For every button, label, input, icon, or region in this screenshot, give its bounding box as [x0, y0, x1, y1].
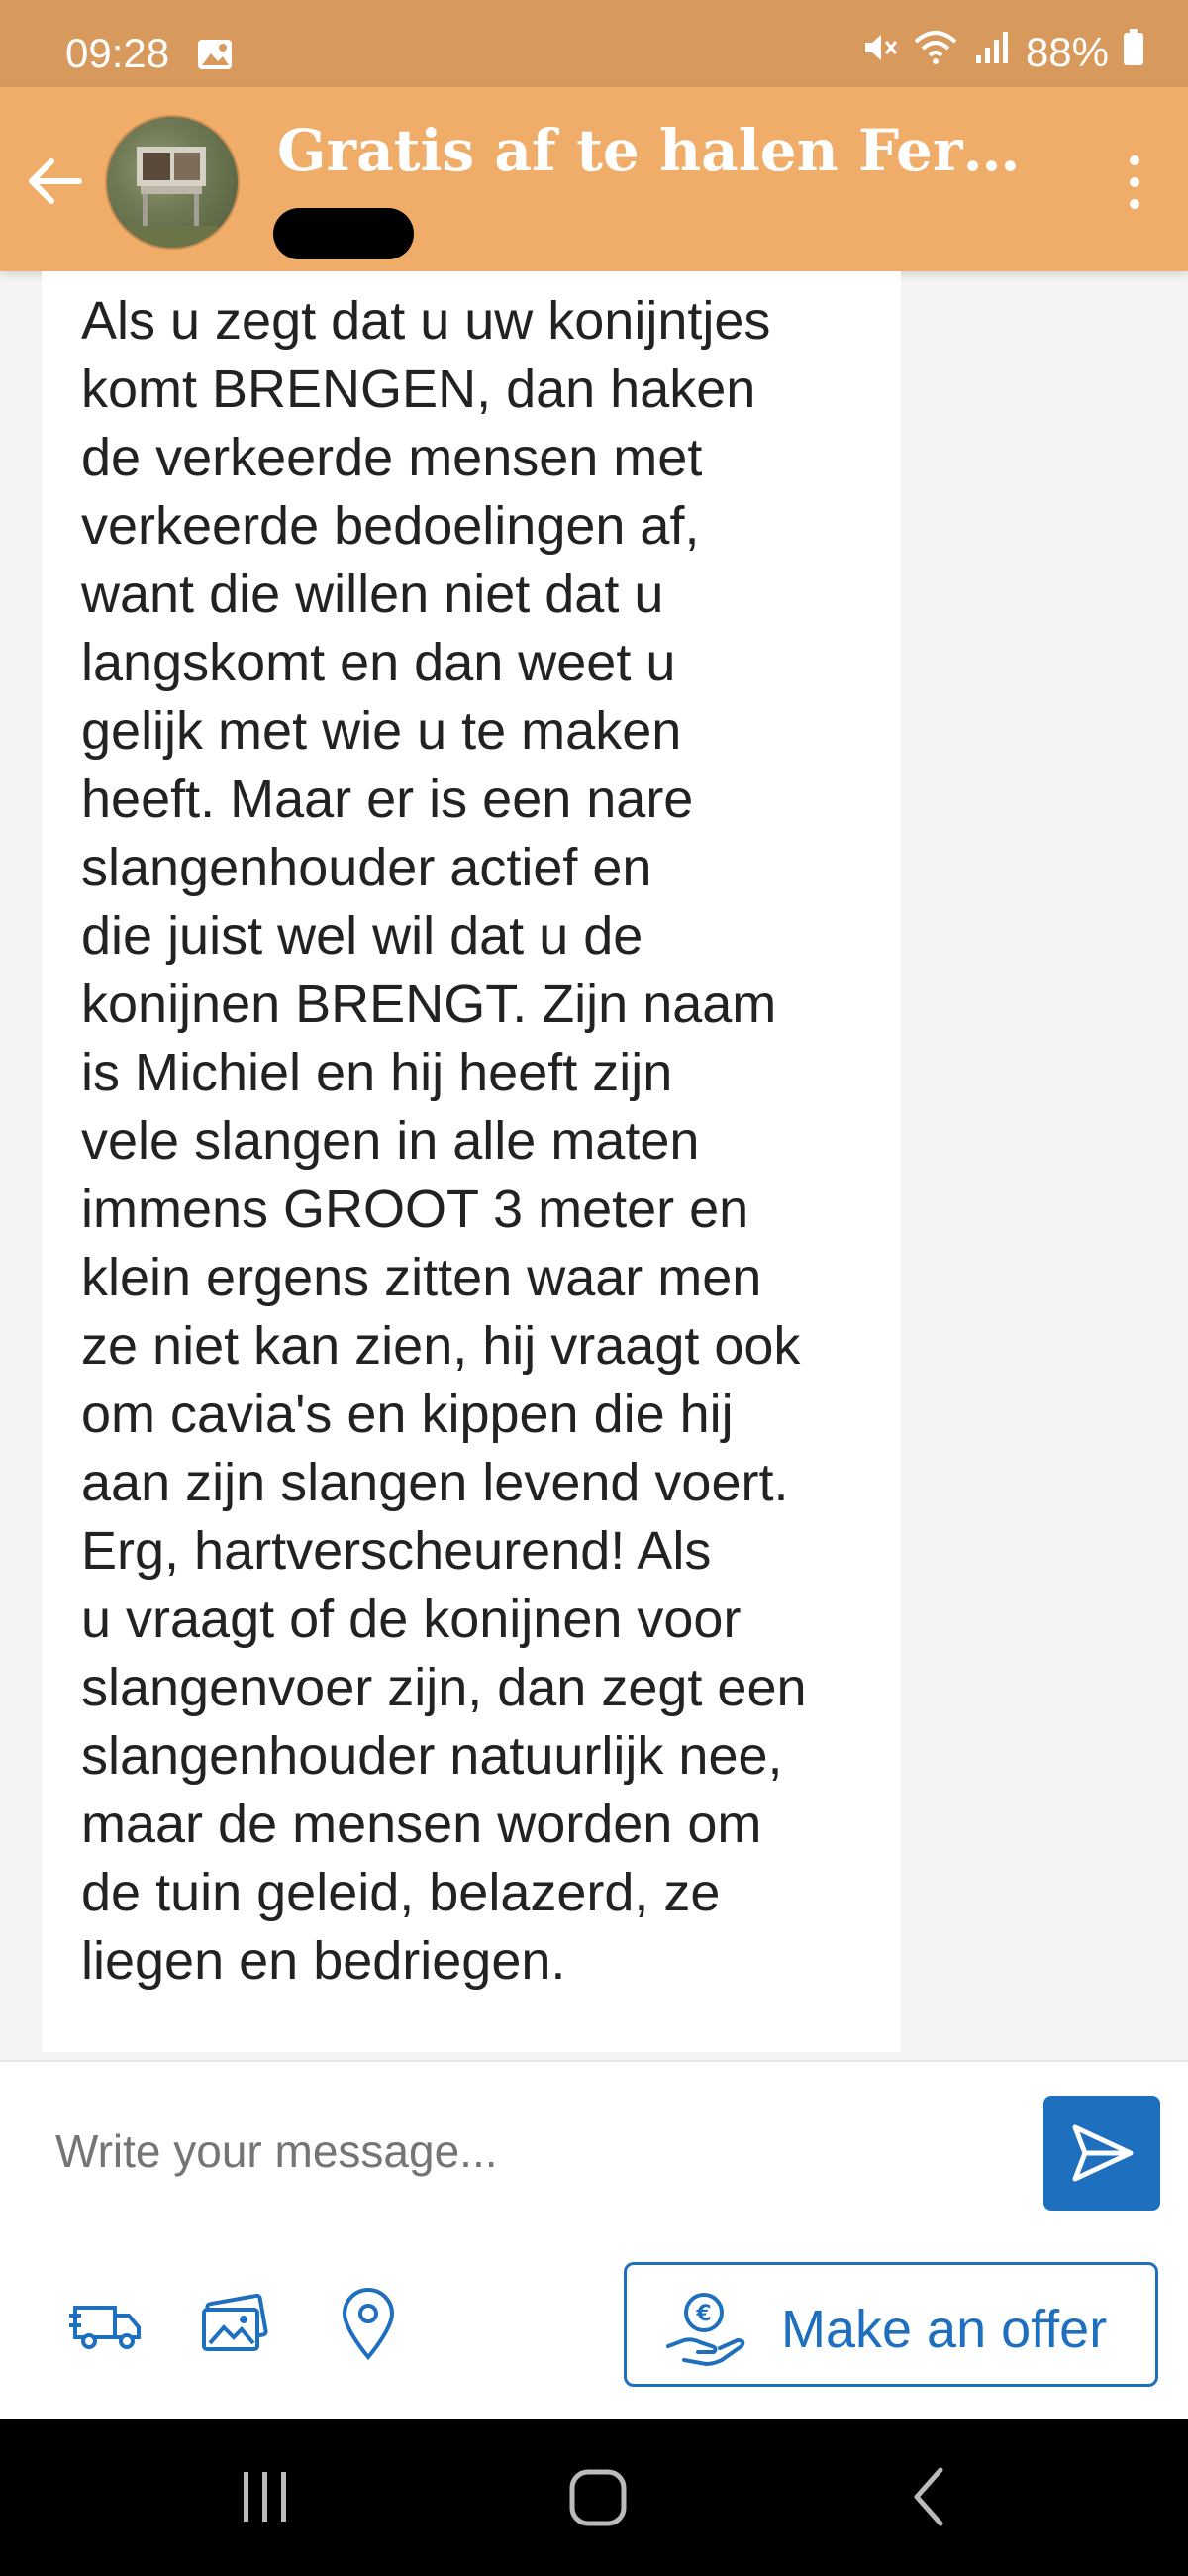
status-right: 88%: [859, 28, 1144, 77]
chat-header: Gratis af te halen Ferpl...: [0, 87, 1188, 271]
delivery-truck-icon[interactable]: [67, 2284, 147, 2363]
back-arrow-icon[interactable]: [22, 149, 87, 214]
battery-text: 88%: [1025, 29, 1109, 75]
location-pin-icon[interactable]: [329, 2284, 408, 2363]
conversation-title[interactable]: Gratis af te halen Ferpl...: [277, 117, 1030, 184]
recents-icon[interactable]: [238, 2462, 293, 2536]
message-input[interactable]: [53, 2123, 1008, 2179]
svg-text:€: €: [695, 2302, 711, 2326]
system-nav-bar: [0, 2419, 1188, 2576]
redacted-username: [273, 208, 414, 259]
more-vert-icon[interactable]: [1125, 153, 1144, 212]
make-offer-button[interactable]: € Make an offer: [624, 2262, 1158, 2387]
mute-icon: [859, 28, 899, 77]
wifi-icon: [913, 28, 958, 77]
message-text: Als u zegt dat u uw konijntjes komt BREN…: [81, 291, 807, 1991]
status-bar: 09:28 88%: [0, 0, 1188, 87]
make-offer-label: Make an offer: [781, 2300, 1108, 2359]
status-time: 09:28: [65, 30, 170, 76]
home-icon[interactable]: [564, 2462, 634, 2536]
action-bar: € Make an offer: [0, 2234, 1188, 2419]
euro-hand-icon: €: [662, 2285, 747, 2375]
send-icon: [1072, 2124, 1134, 2182]
battery-icon: [1123, 29, 1144, 76]
send-button[interactable]: [1043, 2096, 1160, 2211]
back-icon[interactable]: [901, 2462, 960, 2536]
image-icon: [196, 38, 234, 76]
photos-icon[interactable]: [196, 2284, 275, 2363]
signal-icon: [972, 28, 1012, 77]
avatar[interactable]: [105, 115, 240, 250]
message-composer: [0, 2060, 1188, 2236]
